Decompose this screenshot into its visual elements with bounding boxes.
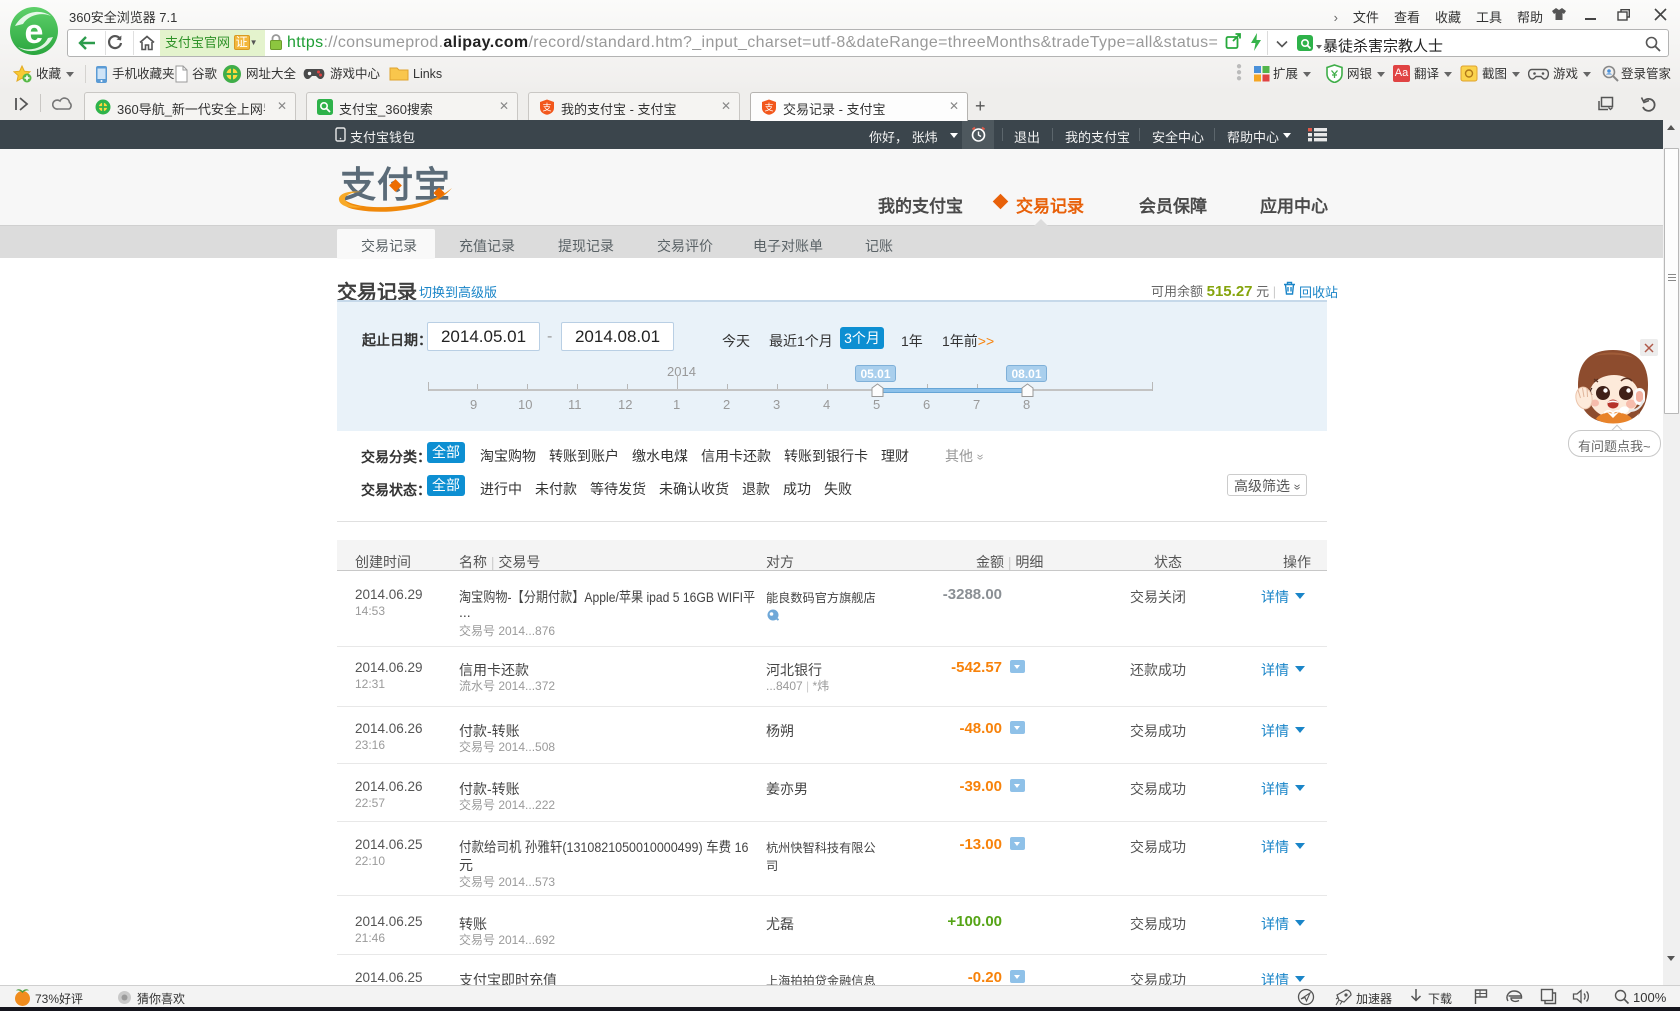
- svg-text:支: 支: [542, 102, 551, 113]
- svg-text:e: e: [25, 13, 44, 51]
- svg-text:支: 支: [764, 102, 773, 113]
